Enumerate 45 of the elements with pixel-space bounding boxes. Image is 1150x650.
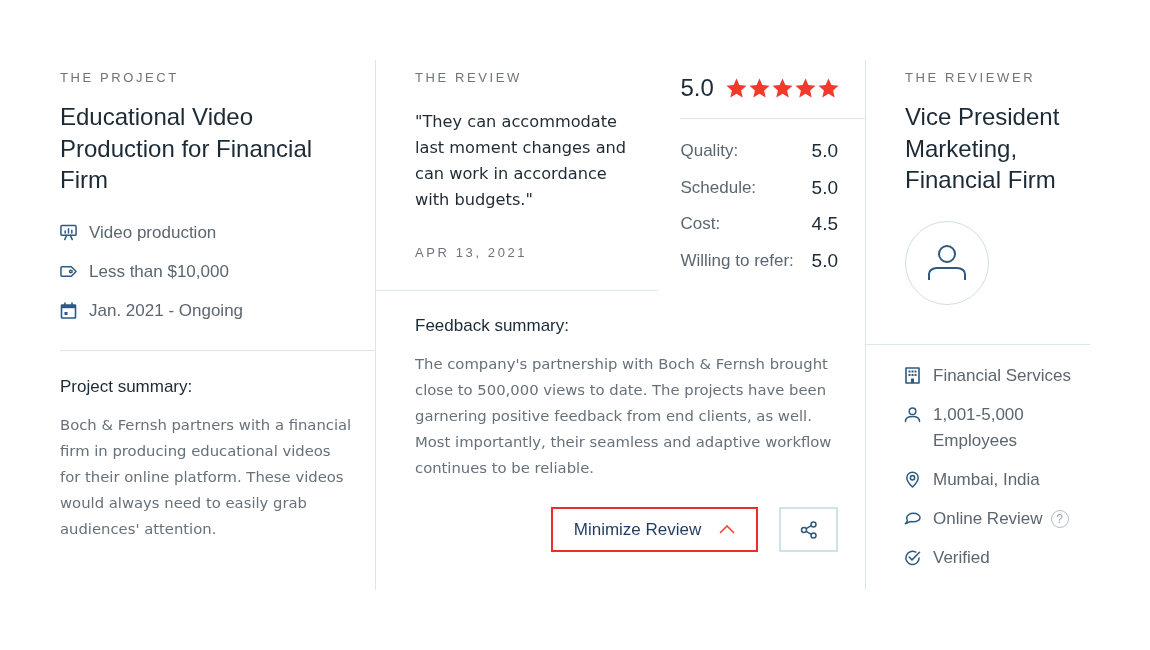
calendar-icon [60, 302, 77, 319]
star-icon [748, 78, 770, 98]
rating-value: 4.5 [811, 213, 838, 236]
check-circle-icon [904, 549, 921, 566]
building-icon [904, 367, 921, 384]
speech-bubble-icon [904, 510, 921, 527]
person-icon [904, 406, 921, 423]
summary-label: Project summary: [60, 375, 194, 398]
share-icon [799, 520, 818, 539]
reviewer-detail: Verified [933, 546, 990, 569]
overall-score: 5.0 [680, 73, 714, 103]
minimize-review-button[interactable]: Minimize Review [551, 507, 758, 552]
reviewer-detail: Online Review [933, 507, 1043, 530]
project-summary: Boch & Fernsh partners with a financial firm in producing educational videos for their online platform. These videos would always need to easily grab audiences' attention. [60, 414, 352, 539]
rating-label: Quality: [680, 141, 739, 162]
review-date: APR 13, 2021 [415, 245, 529, 261]
feedback-summary: The company's partnership with Boch & Fernsh brought close to 500,000 views to date. The projects have been garnering positive feedback from end clients, as well. Most importantly, their seamless and adaptive workflow continues to be reliable. [415, 354, 833, 478]
feedback-label: Feedback summary: [415, 315, 570, 337]
reviewer-detail: Financial Services [933, 364, 1071, 387]
star-icon [725, 78, 747, 98]
rating-label: Schedule: [680, 177, 757, 198]
share-button[interactable] [779, 507, 838, 552]
rating-label: Willing to refer: [680, 250, 794, 271]
map-pin-icon [904, 471, 921, 488]
reviewer-detail: Mumbai, India [933, 468, 1040, 491]
rating-label: Cost: [680, 214, 721, 235]
rating-value: 5.0 [811, 140, 838, 163]
project-detail: Video production [89, 221, 217, 244]
project-detail: Less than $10,000 [89, 260, 229, 283]
project-title: Educational Video Production for Financial Firm [60, 102, 314, 195]
star-icon [771, 78, 793, 98]
section-heading: THE PROJECT [60, 70, 180, 86]
section-heading: THE REVIEW [415, 70, 523, 86]
chevron-up-icon [719, 525, 736, 534]
rating-value: 5.0 [811, 176, 838, 199]
project-detail: Jan. 2021 - Ongoing [89, 299, 244, 322]
star-icon [817, 78, 839, 98]
presentation-board-icon [60, 224, 77, 241]
section-heading: THE REVIEWER [905, 70, 1037, 86]
star-icon [794, 78, 816, 98]
reviewer-detail: 1,001-5,000 Employees [933, 403, 1025, 452]
rating-value: 5.0 [811, 249, 838, 272]
review-quote: "They can accommodate last moment changes and can work in accordance with budgets." [415, 111, 628, 211]
reviewer-title: Vice President Marketing, Financial Firm [905, 102, 1061, 195]
tag-icon [60, 263, 77, 280]
